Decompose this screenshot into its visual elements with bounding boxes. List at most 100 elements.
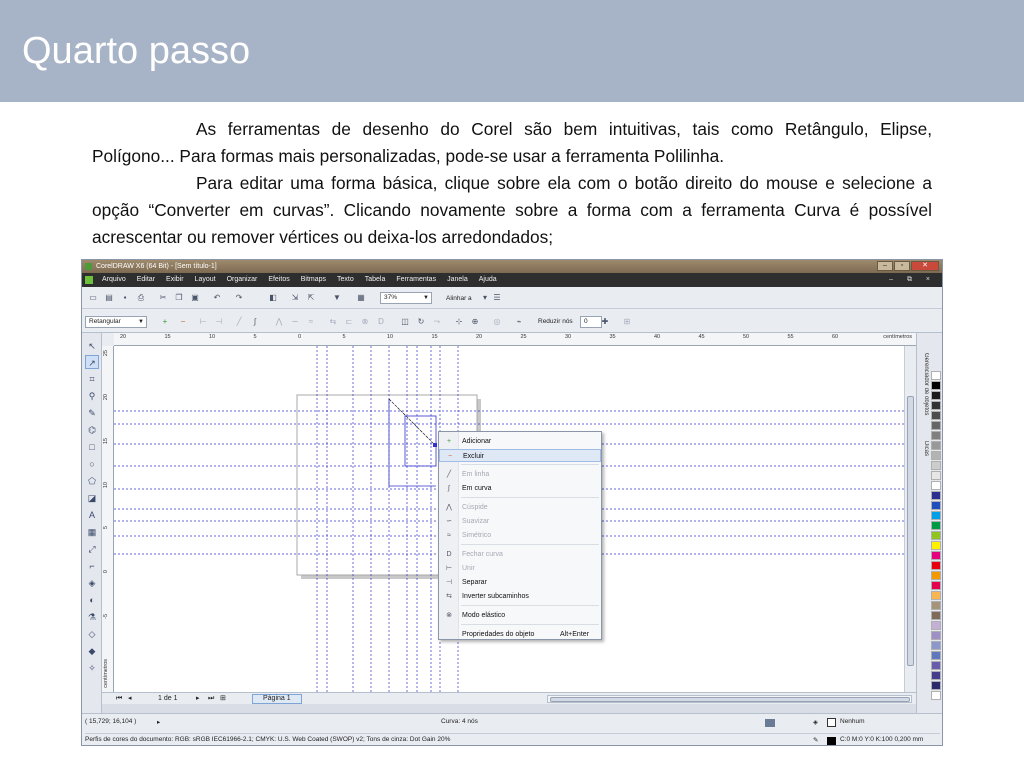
transparency-tool-icon[interactable]: ◐ <box>85 593 99 607</box>
elastic-mode-toggle-icon[interactable]: ⤳ <box>432 317 442 327</box>
export-icon[interactable]: ⇱ <box>306 293 316 303</box>
color-swatch[interactable] <box>931 411 941 420</box>
open-icon[interactable]: ▤ <box>104 293 114 303</box>
menu-ajuda[interactable]: Ajuda <box>479 273 497 287</box>
new-document-icon[interactable]: ▭ <box>88 293 98 303</box>
reduce-nodes-input[interactable]: 0 <box>580 316 602 328</box>
interactive-fill-icon[interactable]: ✧ <box>85 661 99 675</box>
horizontal-scroll-thumb[interactable] <box>550 697 910 702</box>
save-icon[interactable]: ▪ <box>120 293 130 303</box>
color-swatch[interactable] <box>931 511 941 520</box>
paste-icon[interactable]: ▣ <box>190 293 200 303</box>
color-swatch[interactable] <box>931 641 941 650</box>
color-swatch[interactable] <box>931 481 941 490</box>
outline-color-swatch[interactable] <box>827 737 836 745</box>
menu-efeitos[interactable]: Efeitos <box>268 273 289 287</box>
color-swatch[interactable] <box>931 591 941 600</box>
color-swatch[interactable] <box>931 441 941 450</box>
join-nodes-icon[interactable]: ⊢ <box>198 317 208 327</box>
color-swatch[interactable] <box>931 391 941 400</box>
next-page-icon[interactable]: ▸ <box>196 693 200 704</box>
extend-curve-icon[interactable]: ⊏ <box>344 317 354 327</box>
print-icon[interactable]: ⎙ <box>136 293 146 303</box>
select-all-nodes-icon[interactable]: ◎ <box>492 317 502 327</box>
color-swatch[interactable] <box>931 671 941 680</box>
horizontal-ruler[interactable]: centímetros 20 15 10 5 0 5 10 15 20 25 30 35 40 45 50 5… <box>114 333 916 346</box>
fill-tool-icon[interactable]: ◆ <box>85 644 99 658</box>
break-curve-icon[interactable]: ⊣ <box>214 317 224 327</box>
blend-tool-icon[interactable]: ◈ <box>85 576 99 590</box>
menu-janela[interactable]: Janela <box>447 273 468 287</box>
cut-icon[interactable]: ✂ <box>158 293 168 303</box>
hints-tab[interactable]: Dicas <box>918 441 929 456</box>
outline-tool-icon[interactable]: ◇ <box>85 627 99 641</box>
color-swatch[interactable] <box>931 431 941 440</box>
color-swatch[interactable] <box>931 571 941 580</box>
vertical-scrollbar[interactable] <box>904 346 916 692</box>
smart-fill-icon[interactable]: ⌬ <box>85 423 99 437</box>
app-launcher-icon[interactable]: ▦ <box>356 293 366 303</box>
context-menu-item[interactable]: − Excluir <box>439 449 601 462</box>
color-swatch[interactable] <box>931 501 941 510</box>
color-swatch[interactable] <box>931 461 941 470</box>
color-swatch[interactable] <box>931 531 941 540</box>
ellipse-tool-icon[interactable]: ○ <box>85 457 99 471</box>
basic-shapes-icon[interactable]: ◪ <box>85 491 99 505</box>
selected-node[interactable] <box>433 443 437 447</box>
context-menu-item[interactable]: ⊗ Modo elástico <box>439 609 601 622</box>
context-menu-item[interactable]: ⊣ Separar <box>439 576 601 589</box>
vertical-ruler[interactable]: centímetros 25 20 15 10 5 0 -5 <box>102 346 114 692</box>
vertical-reflect-icon[interactable]: ⊕ <box>470 317 480 327</box>
menu-ferramentas[interactable]: Ferramentas <box>396 273 436 287</box>
shape-tool-icon[interactable]: ↗ <box>85 355 99 369</box>
dimension-tool-icon[interactable]: ⤢ <box>85 542 99 556</box>
color-swatch[interactable] <box>931 691 941 700</box>
ruler-corner[interactable] <box>102 333 114 346</box>
crop-tool-icon[interactable]: ⌗ <box>85 372 99 386</box>
menu-tabela[interactable]: Tabela <box>365 273 386 287</box>
reduce-nodes-icon[interactable]: ⌁ <box>514 317 524 327</box>
extract-subpath-icon[interactable]: ⊗ <box>360 317 370 327</box>
context-menu-item[interactable]: Propriedades do objeto Alt+Enter <box>439 628 601 641</box>
fill-icon[interactable]: ◈ <box>813 718 818 726</box>
eyedropper-tool-icon[interactable]: ⚗ <box>85 610 99 624</box>
vertical-scroll-thumb[interactable] <box>907 396 914 666</box>
color-swatch[interactable] <box>931 451 941 460</box>
to-line-icon[interactable]: ╱ <box>234 317 244 327</box>
color-swatch[interactable] <box>931 491 941 500</box>
color-swatch[interactable] <box>931 661 941 670</box>
chevron-down-icon[interactable]: ▾ <box>480 293 490 303</box>
curve-selection-icon[interactable]: ⊞ <box>622 317 632 327</box>
delete-node-icon[interactable]: − <box>178 317 188 327</box>
color-swatch[interactable] <box>931 621 941 630</box>
menu-bitmaps[interactable]: Bitmaps <box>301 273 326 287</box>
color-swatch[interactable] <box>931 601 941 610</box>
undo-icon[interactable]: ↶ <box>212 293 222 303</box>
align-nodes-icon[interactable]: ↻ <box>416 317 426 327</box>
color-swatch[interactable] <box>931 581 941 590</box>
polygon-tool-icon[interactable]: ⬠ <box>85 474 99 488</box>
text-tool-icon[interactable]: A <box>85 508 99 522</box>
freehand-tool-icon[interactable]: ✎ <box>85 406 99 420</box>
zoom-level-select[interactable]: 37% ▼ <box>380 292 432 304</box>
context-menu-item[interactable]: + Adicionar <box>439 435 601 448</box>
rotate-nodes-icon[interactable]: ◫ <box>400 317 410 327</box>
publish-pdf-icon[interactable]: ▼ <box>332 293 342 303</box>
object-type-select[interactable]: Retangular ▼ <box>85 316 147 328</box>
connector-tool-icon[interactable]: ⌐ <box>85 559 99 573</box>
previous-page-icon[interactable]: ◂ <box>128 693 132 704</box>
color-swatch[interactable] <box>931 631 941 640</box>
menu-texto[interactable]: Texto <box>337 273 354 287</box>
first-page-icon[interactable]: ⏮ <box>116 693 122 704</box>
color-swatch[interactable] <box>931 551 941 560</box>
mdi-controls[interactable]: – ⧉ × <box>889 273 936 287</box>
color-swatch[interactable] <box>931 371 941 380</box>
horizontal-scrollbar[interactable] <box>547 695 912 703</box>
no-fill-swatch[interactable] <box>827 718 836 727</box>
color-swatch[interactable] <box>931 401 941 410</box>
close-button[interactable]: ✕ <box>911 261 939 271</box>
redo-icon[interactable]: ↷ <box>234 293 244 303</box>
menu-arquivo[interactable]: Arquivo <box>102 273 126 287</box>
last-page-icon[interactable]: ⏭ <box>208 693 214 704</box>
stretch-nodes-icon[interactable]: D <box>376 317 386 327</box>
